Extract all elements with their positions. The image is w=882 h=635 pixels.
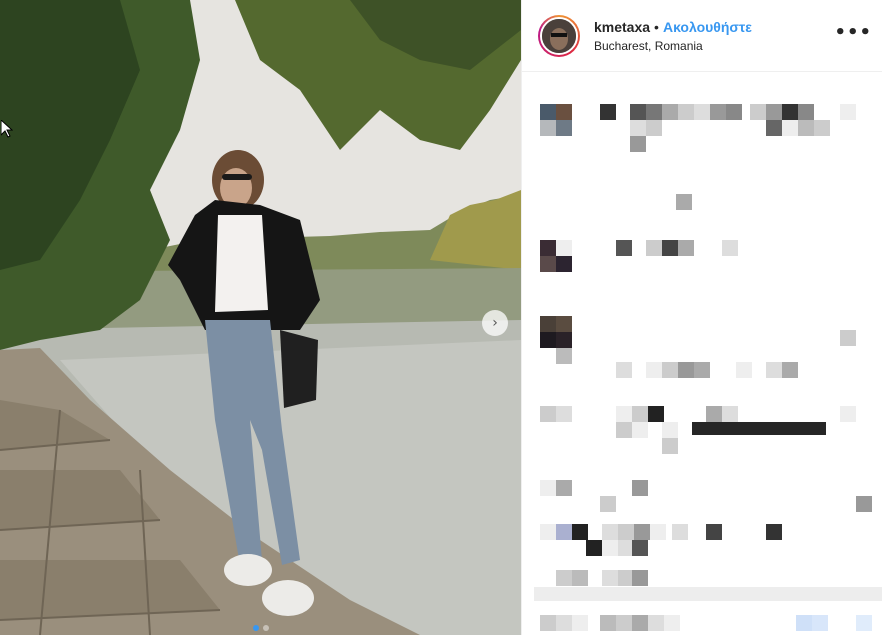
more-options-icon[interactable]: ••• xyxy=(834,22,872,43)
slide-dot xyxy=(262,625,269,631)
post-side-panel: kmetaxa • Ακολουθήστε Bucharest, Romania •… xyxy=(521,0,882,635)
comments-list xyxy=(522,72,882,635)
slide-dot-active xyxy=(252,625,259,631)
username-link[interactable]: kmetaxa xyxy=(594,19,650,35)
slide-indicator xyxy=(0,625,521,631)
next-photo-button[interactable]: › xyxy=(482,310,508,336)
photo-image xyxy=(0,0,521,635)
location-link[interactable]: Bucharest, Romania xyxy=(594,38,752,54)
comments-scroll-strip xyxy=(534,587,882,601)
avatar[interactable] xyxy=(540,16,578,55)
post-header: kmetaxa • Ακολουθήστε Bucharest, Romania •… xyxy=(522,0,882,72)
story-ring[interactable] xyxy=(538,14,580,57)
separator-dot: • xyxy=(654,18,659,35)
redaction-bar xyxy=(692,422,826,435)
post-dialog: › kmetaxa • Ακολουθήστε Bucharest, Romania… xyxy=(0,0,882,635)
post-photo[interactable]: › xyxy=(0,0,521,635)
chevron-right-icon: › xyxy=(492,315,498,331)
follow-button[interactable]: Ακολουθήστε xyxy=(663,19,752,35)
